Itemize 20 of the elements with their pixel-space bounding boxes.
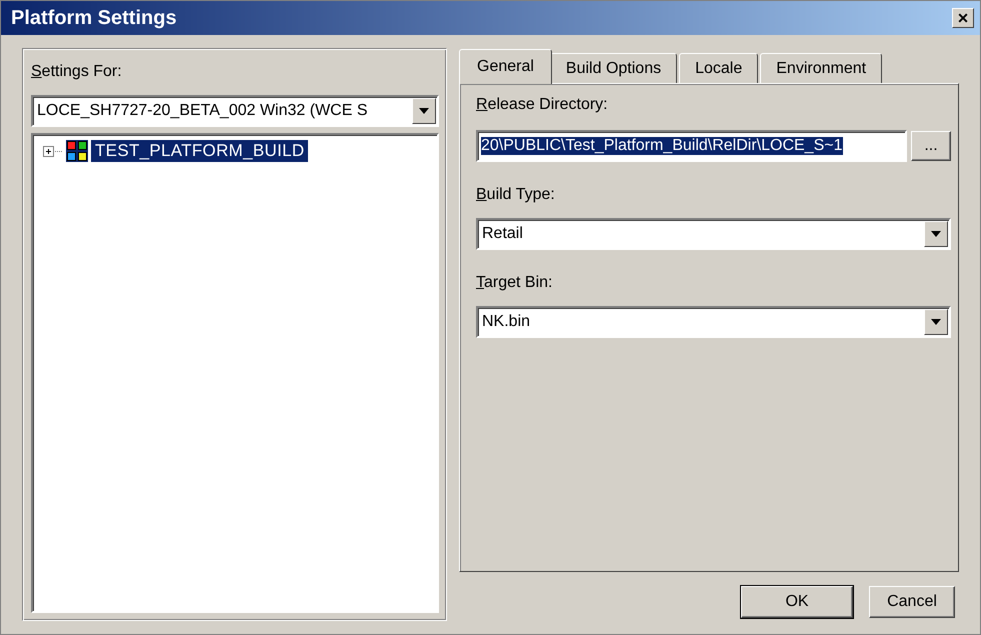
release-directory-field[interactable]: 20\PUBLIC\Test_Platform_Build\RelDir\LOCE_S~1 (476, 130, 908, 162)
tab[interactable]: Locale (679, 53, 758, 83)
platform-icon (66, 140, 88, 162)
target-bin-dropdown[interactable]: NK.bin (476, 306, 951, 338)
settings-for-label: Settings For: (31, 62, 123, 82)
window-title: Platform Settings (11, 6, 177, 30)
tab[interactable]: General (459, 49, 552, 84)
build-type-label: Build Type: (476, 185, 556, 205)
settings-for-dropdown[interactable]: LOCE_SH7727-20_BETA_002 Win32 (WCE S (31, 95, 439, 127)
ok-button[interactable]: OK (741, 586, 853, 618)
target-bin-label: Target Bin: (476, 273, 554, 293)
release-directory-label: Release Directory: (476, 95, 609, 115)
close-button[interactable]: × (952, 8, 974, 28)
tab[interactable]: Environment (760, 53, 882, 83)
tree-item[interactable]: TEST_PLATFORM_BUILD (91, 140, 308, 162)
browse-button[interactable]: ... (911, 131, 951, 161)
build-type-dropdown[interactable]: Retail (476, 218, 951, 250)
tab[interactable]: Build Options (550, 53, 678, 83)
cancel-button[interactable]: Cancel (869, 586, 955, 618)
expand-icon[interactable] (43, 146, 63, 156)
